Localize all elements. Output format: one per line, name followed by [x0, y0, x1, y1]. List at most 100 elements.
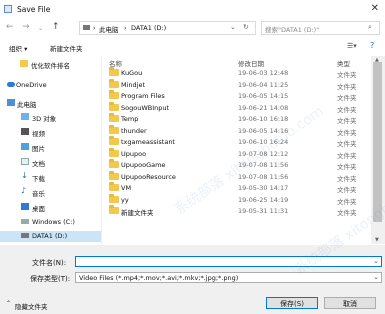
- file-date: 19-06-10 16:24: [238, 138, 289, 146]
- file-name: UpupooResource: [121, 172, 176, 181]
- file-type: 文件夹: [337, 117, 357, 125]
- breadcrumb-item[interactable]: 此电脑: [99, 24, 119, 34]
- new-folder-button[interactable]: 新建文件夹: [50, 43, 83, 53]
- chevron-down-icon[interactable]: ⌄: [373, 257, 379, 265]
- sidebar-item-onedrive[interactable]: OneDrive: [0, 80, 101, 91]
- filename-field[interactable]: ⌄: [75, 256, 382, 267]
- table-row[interactable]: VM 19-05-30 14:17 文件夹: [102, 182, 372, 194]
- back-icon[interactable]: ←: [6, 22, 14, 32]
- refresh-icon[interactable]: ↻: [243, 23, 249, 31]
- file-type: 文件夹: [337, 82, 357, 91]
- sidebar-item-quick-folder[interactable]: 优化软件排名: [0, 59, 101, 70]
- chevron-down-icon[interactable]: ⌄: [373, 273, 379, 281]
- table-row[interactable]: KuGou 19-06-03 12:48 文件夹: [102, 67, 372, 79]
- close-icon[interactable]: ✕: [371, 3, 379, 14]
- recent-dropdown-icon[interactable]: ⌄: [38, 25, 43, 32]
- file-type: 文件夹: [337, 94, 357, 102]
- file-type: 文件夹: [337, 186, 357, 194]
- help-icon[interactable]: ?: [370, 41, 374, 50]
- drive-icon: [21, 233, 29, 238]
- table-row[interactable]: Temp 19-06-10 16:18 文件夹: [102, 113, 372, 125]
- sidebar-item-downloads[interactable]: ↓ 下载: [0, 171, 101, 183]
- computer-icon: [83, 25, 90, 30]
- table-row[interactable]: yy 19-06-25 14:19 文件夹: [102, 193, 372, 206]
- view-options-icon[interactable]: ☰▾: [347, 42, 357, 50]
- column-header-date[interactable]: 修改日期: [238, 58, 264, 68]
- column-header-type[interactable]: 类型: [337, 58, 350, 68]
- file-name: Upupoo: [121, 149, 147, 158]
- sidebar-item-documents[interactable]: 文档: [0, 157, 101, 168]
- search-input[interactable]: 搜索"DATA1 (D:)": [265, 24, 319, 34]
- table-row[interactable]: SogouWBInput 19-06-21 14:08 文件夹: [102, 101, 372, 114]
- file-name: Mindjet: [121, 80, 146, 89]
- table-row[interactable]: txgameassistant 19-06-10 16:24 文件夹: [102, 136, 372, 148]
- table-row[interactable]: Upupoo 19-07-08 12:12 文件夹: [102, 147, 372, 160]
- file-date: 19-06-05 14:15: [238, 92, 289, 100]
- sidebar-item-pictures[interactable]: 图片: [0, 142, 101, 153]
- sidebar-item-this-pc[interactable]: 此电脑: [0, 98, 101, 109]
- folder-icon: [109, 205, 119, 214]
- file-date: 19-06-10 16:18: [238, 115, 289, 123]
- cloud-icon: [7, 82, 15, 87]
- sidebar-item-3d-objects[interactable]: 3D 对象: [0, 112, 101, 123]
- filetype-value: Video Files (*.mp4;*.mov;*.avi;*.mkv;*.j…: [79, 274, 239, 282]
- filetype-label: 保存类型(T):: [30, 275, 71, 283]
- file-type: 文件夹: [337, 140, 357, 148]
- sidebar-item-videos[interactable]: 视频: [0, 127, 101, 138]
- forward-icon[interactable]: →: [22, 22, 30, 32]
- hide-folders-toggle[interactable]: 隐藏文件夹: [15, 301, 48, 311]
- folder-icon: [109, 170, 119, 180]
- filename-label: 文件名(N):: [32, 259, 67, 267]
- save-button[interactable]: 保存(S): [266, 297, 318, 309]
- file-name: txgameassistant: [121, 138, 175, 146]
- sidebar-item-music[interactable]: ♪ 音乐: [0, 186, 101, 198]
- file-date: 19-06-03 12:48: [238, 69, 289, 77]
- folder-icon: [109, 182, 119, 191]
- file-date: 19-06-05 14:16: [238, 126, 289, 135]
- cancel-button[interactable]: 取消: [324, 297, 376, 309]
- scroll-down-icon[interactable]: ▼: [375, 237, 379, 243]
- up-icon[interactable]: ↑: [52, 22, 60, 32]
- file-name: UpupooGame: [121, 161, 166, 169]
- sidebar-item-data1-d[interactable]: DATA1 (D:): [0, 231, 101, 242]
- search-box[interactable]: 搜索"DATA1 (D:)" ⌕: [261, 21, 380, 35]
- file-date: 19-07-08 12:12: [238, 149, 289, 158]
- scrollbar-thumb[interactable]: [373, 62, 382, 222]
- file-date: 19-07-08 11:56: [238, 161, 289, 169]
- folder-icon: [109, 124, 119, 134]
- navigation-pane: 优化软件排名 OneDrive 此电脑 3D 对象 视频 图片 文档 ↓ 下载 …: [0, 56, 101, 244]
- scroll-up-icon[interactable]: ▲: [375, 57, 379, 63]
- video-icon: [21, 128, 29, 135]
- file-name: Program Files: [121, 92, 165, 100]
- table-row[interactable]: UpupooGame 19-07-08 11:56 文件夹: [102, 159, 372, 171]
- organize-button[interactable]: 组织 ▾: [9, 43, 27, 53]
- column-header: 名称 修改日期 类型: [102, 56, 372, 68]
- table-row[interactable]: Program Files 19-06-05 14:15 文件夹: [102, 90, 372, 102]
- music-icon: ♪: [21, 186, 27, 195]
- file-date: 19-06-21 14:08: [238, 103, 289, 112]
- sidebar-item-label: 视频: [32, 130, 45, 138]
- sidebar-item-desktop[interactable]: 桌面: [0, 202, 101, 213]
- sidebar-item-label: 下载: [32, 175, 45, 183]
- table-row[interactable]: Mindjet 19-06-04 11:25 文件夹: [102, 78, 372, 91]
- sidebar-item-windows-c[interactable]: Windows (C:): [0, 217, 101, 228]
- file-name: thunder: [121, 126, 147, 135]
- table-row[interactable]: UpupooResource 19-07-08 11:56 文件夹: [102, 170, 372, 183]
- sidebar-item-label: DATA1 (D:): [32, 232, 68, 240]
- chevron-down-icon[interactable]: ⌄: [230, 23, 236, 31]
- filetype-select[interactable]: Video Files (*.mp4;*.mov;*.avi;*.mkv;*.j…: [75, 272, 382, 283]
- file-date: 19-05-30 14:17: [238, 184, 289, 192]
- folder-icon: [20, 60, 28, 67]
- folder-icon: [109, 136, 119, 145]
- toolbar: 组织 ▾ 新建文件夹 ☰▾ ?: [0, 39, 385, 55]
- sidebar-item-label: 优化软件排名: [31, 62, 70, 70]
- breadcrumb-item[interactable]: DATA1 (D:): [131, 24, 166, 32]
- table-row[interactable]: 新建文件夹 19-05-31 11:31 文件夹: [102, 205, 372, 217]
- table-row[interactable]: thunder 19-06-05 14:16 文件夹: [102, 124, 372, 137]
- file-name: KuGou: [121, 69, 143, 77]
- desktop-icon: [21, 203, 29, 210]
- hide-folders-icon[interactable]: ⌃: [6, 300, 11, 307]
- computer-icon: [7, 99, 15, 106]
- search-icon[interactable]: ⌕: [368, 23, 372, 32]
- address-bar[interactable]: › 此电脑 › DATA1 (D:) ⌄ ↻: [79, 21, 256, 35]
